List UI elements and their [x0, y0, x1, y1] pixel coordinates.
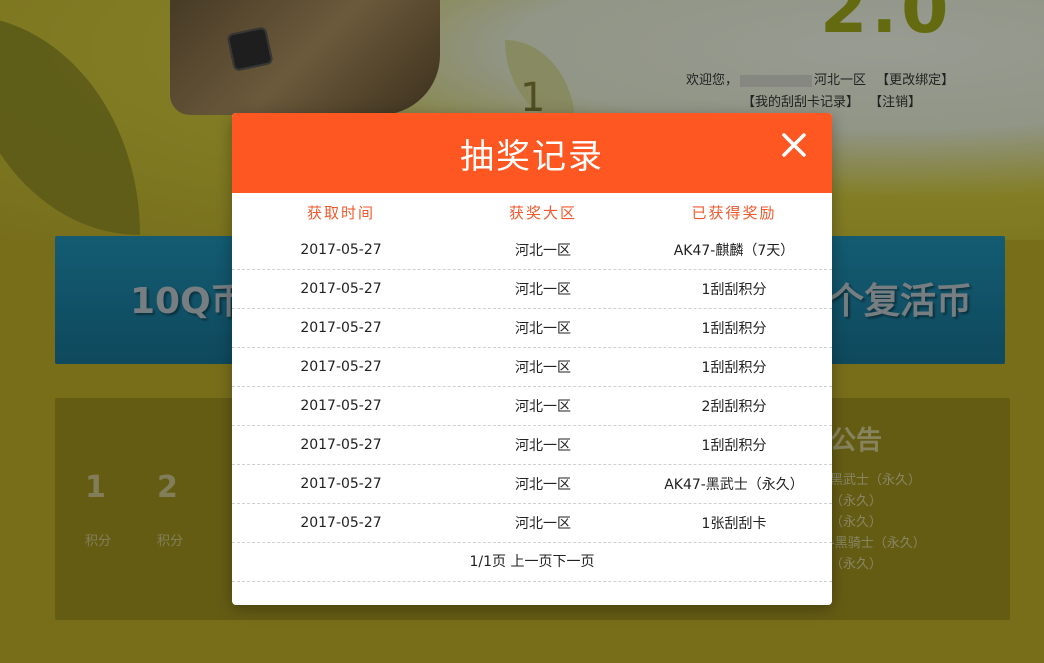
cell-reward: 1张刮刮卡: [701, 516, 767, 532]
table-row: 2017-05-27 河北一区 1刮刮积分: [232, 309, 832, 348]
cell-reward: 1刮刮积分: [701, 321, 767, 337]
close-icon: [782, 133, 806, 157]
table-row: 2017-05-27 河北一区 AK47-黑武士（永久）: [232, 465, 832, 504]
cell-region: 河北一区: [515, 516, 571, 532]
cell-region: 河北一区: [515, 438, 571, 454]
cell-time: 2017-05-27: [300, 320, 382, 336]
table-header: 获取时间 获奖大区 已获得奖励: [232, 193, 832, 231]
cell-reward: AK47-黑武士（永久）: [664, 477, 804, 493]
cell-region: 河北一区: [515, 477, 571, 493]
cell-reward: 1刮刮积分: [701, 438, 767, 454]
cell-region: 河北一区: [515, 321, 571, 337]
next-page-link[interactable]: 下一页: [552, 554, 594, 570]
close-button[interactable]: [782, 133, 806, 157]
pagination: 1/1页 上一页下一页: [232, 543, 832, 582]
column-header-reward: 已获得奖励: [691, 203, 777, 222]
cell-region: 河北一区: [515, 360, 571, 376]
cell-time: 2017-05-27: [300, 476, 382, 492]
table-row: 2017-05-27 河北一区 1刮刮积分: [232, 270, 832, 309]
cell-time: 2017-05-27: [300, 515, 382, 531]
cell-reward: 1刮刮积分: [701, 360, 767, 376]
cell-reward: 2刮刮积分: [701, 399, 767, 415]
table-row: 2017-05-27 河北一区 1张刮刮卡: [232, 504, 832, 543]
cell-time: 2017-05-27: [300, 437, 382, 453]
modal-header: 抽奖记录: [232, 113, 832, 193]
lottery-records-modal: 抽奖记录 获取时间 获奖大区 已获得奖励 2017-05-27 河北一区 AK4…: [232, 113, 832, 605]
page-info: 1/1页: [469, 554, 507, 570]
cell-reward: AK47-麒麟（7天）: [673, 243, 795, 259]
table-row: 2017-05-27 河北一区 1刮刮积分: [232, 348, 832, 387]
cell-time: 2017-05-27: [300, 242, 382, 258]
cell-time: 2017-05-27: [300, 281, 382, 297]
modal-title: 抽奖记录: [460, 136, 604, 177]
cell-time: 2017-05-27: [300, 398, 382, 414]
cell-region: 河北一区: [515, 399, 571, 415]
column-header-region: 获奖大区: [508, 203, 577, 222]
table-row: 2017-05-27 河北一区 1刮刮积分: [232, 426, 832, 465]
cell-time: 2017-05-27: [300, 359, 382, 375]
table-row: 2017-05-27 河北一区 2刮刮积分: [232, 387, 832, 426]
cell-reward: 1刮刮积分: [701, 282, 767, 298]
cell-region: 河北一区: [515, 282, 571, 298]
records-table: 2017-05-27 河北一区 AK47-麒麟（7天） 2017-05-27 河…: [232, 231, 832, 543]
cell-region: 河北一区: [515, 243, 571, 259]
prev-page-link[interactable]: 上一页: [510, 554, 552, 570]
column-header-time: 获取时间: [306, 203, 375, 222]
table-row: 2017-05-27 河北一区 AK47-麒麟（7天）: [232, 231, 832, 270]
